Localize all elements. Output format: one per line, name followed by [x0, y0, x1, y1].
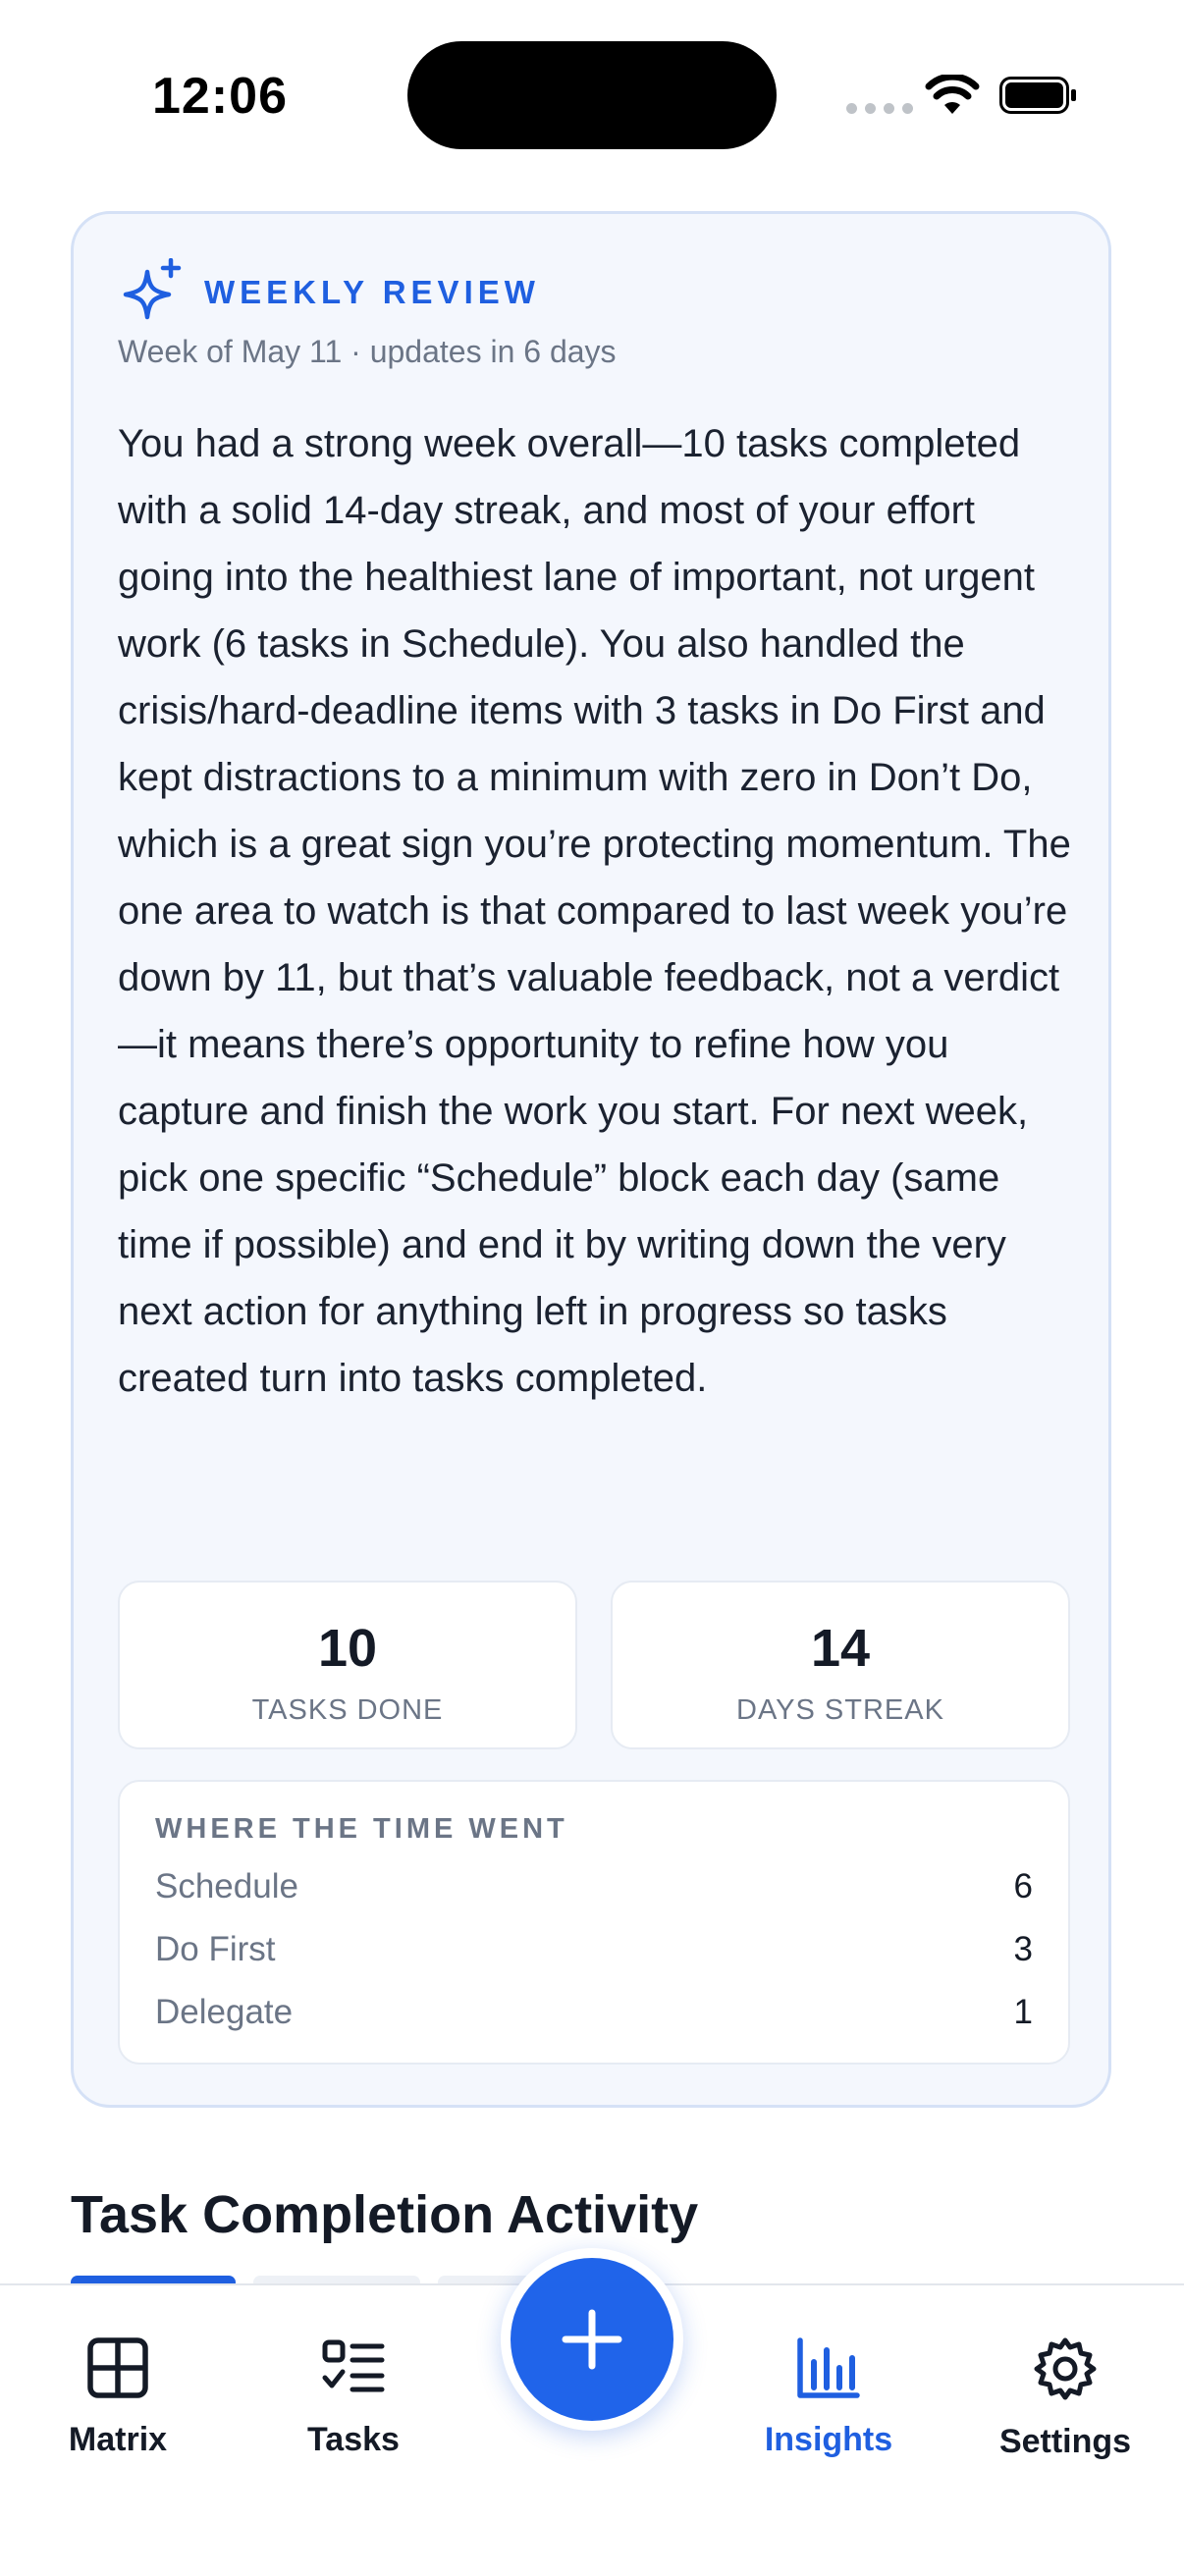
stat-value: 14	[810, 1619, 871, 1678]
status-time: 12:06	[152, 68, 288, 125]
tab-tasks[interactable]: Tasks	[255, 2336, 452, 2459]
status-bar: 12:06	[0, 0, 1184, 187]
review-subtitle: Week of May 11 · updates in 6 days	[118, 334, 617, 369]
bar-chart-icon	[797, 2337, 860, 2398]
wifi-icon	[925, 75, 980, 114]
stat-days-streak: 14 DAYS STREAK	[611, 1581, 1070, 1749]
stat-label: DAYS STREAK	[736, 1694, 944, 1726]
grid-icon	[87, 2337, 148, 2398]
gear-icon	[1034, 2337, 1097, 2400]
add-task-button-fill	[511, 2258, 673, 2421]
plus-icon	[562, 2309, 622, 2370]
breakdown-value: 1	[1013, 1993, 1033, 2031]
tab-settings[interactable]: Settings	[967, 2336, 1163, 2461]
breakdown-value: 6	[1013, 1867, 1033, 1905]
breakdown-name: Delegate	[155, 1993, 294, 2031]
breakdown-row: Schedule 6	[155, 1862, 1033, 1911]
tab-matrix[interactable]: Matrix	[20, 2336, 216, 2459]
tab-label: Matrix	[68, 2421, 168, 2458]
tab-label: Insights	[764, 2421, 893, 2458]
breakdown-value: 3	[1013, 1930, 1033, 1968]
breakdown-row: Delegate 1	[155, 1988, 1033, 2037]
stat-label: TASKS DONE	[251, 1694, 444, 1726]
cellular-signal-icon	[846, 103, 913, 114]
breakdown-row: Do First 3	[155, 1925, 1033, 1974]
review-header: WEEKLY REVIEW	[118, 258, 540, 327]
tab-label: Tasks	[307, 2421, 400, 2458]
breakdown-name: Do First	[155, 1930, 276, 1968]
time-breakdown: WHERE THE TIME WENT Schedule 6 Do First …	[118, 1780, 1070, 2065]
tab-insights[interactable]: Insights	[730, 2336, 927, 2459]
stat-value: 10	[317, 1619, 378, 1678]
sparkle-icon	[123, 258, 182, 320]
breakdown-name: Schedule	[155, 1867, 298, 1905]
section-title: Task Completion Activity	[71, 2185, 699, 2244]
review-summary: You had a strong week overall—10 tasks c…	[118, 422, 1071, 1400]
stat-tasks-done: 10 TASKS DONE	[118, 1581, 577, 1749]
add-task-button[interactable]	[501, 2248, 683, 2431]
weekly-review-card: WEEKLY REVIEW Week of May 11 · updates i…	[71, 211, 1111, 2108]
tab-label: Settings	[998, 2423, 1132, 2460]
dynamic-island	[407, 41, 777, 149]
review-title: WEEKLY REVIEW	[204, 274, 540, 310]
battery-icon	[999, 77, 1076, 114]
breakdown-title: WHERE THE TIME WENT	[155, 1813, 568, 1845]
checklist-icon	[322, 2339, 385, 2392]
